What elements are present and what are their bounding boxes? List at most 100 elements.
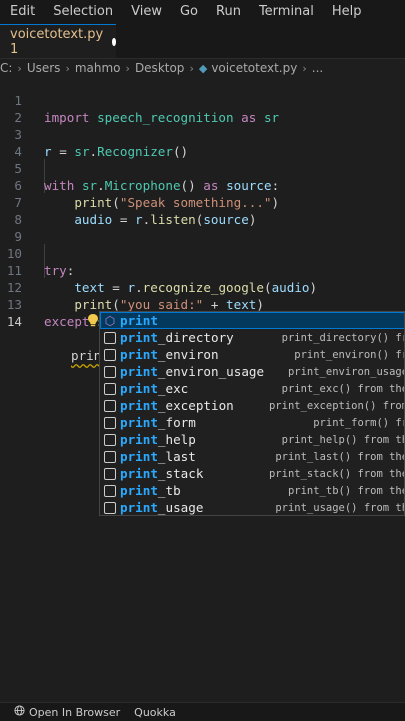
code-line: 7 audio = r.listen(source) — [0, 177, 405, 227]
suggestion-item[interactable]: print_form print_form() from the — [100, 414, 404, 431]
code-line: 6 print("Speak something...") — [0, 160, 405, 210]
suggestion-label: print_form — [120, 415, 196, 430]
text-snippet-icon — [104, 382, 116, 395]
code-line: 4 — [0, 126, 405, 159]
suggestion-rest: _directory — [157, 330, 234, 345]
chevron-right-icon: › — [125, 61, 130, 75]
chevron-right-icon: › — [65, 61, 70, 75]
chevron-right-icon: › — [189, 61, 194, 75]
suggestion-detail: print_exc() from the trace — [281, 382, 404, 395]
breadcrumb-users[interactable]: Users — [27, 61, 61, 75]
suggestion-item[interactable]: print_last print_last() from the trace — [100, 448, 404, 465]
suggestion-label: print_environ — [120, 347, 219, 362]
code-line: 10 try: — [0, 228, 405, 278]
breadcrumb-user[interactable]: mahmo — [75, 61, 121, 75]
breadcrumb-symbol[interactable]: ... — [312, 61, 323, 75]
menu-help[interactable]: Help — [322, 0, 370, 24]
suggestion-detail: print_environ() from the — [294, 348, 404, 361]
suggestion-match: print — [120, 330, 158, 345]
suggestion-match: print — [120, 381, 158, 396]
typed-text: prin — [71, 348, 102, 363]
quokka-button[interactable]: Quokka — [134, 706, 176, 719]
suggestion-rest: _last — [157, 449, 196, 464]
suggestion-detail: print_exception() from the t — [268, 399, 404, 412]
suggestion-item[interactable]: print_environ_usage print_environ_usage()… — [100, 363, 404, 380]
code-line: 11 text = r.recognize_google(audio) — [0, 245, 405, 295]
method-cube-icon: ⬡ — [104, 313, 116, 328]
unsaved-dot-icon[interactable] — [112, 37, 116, 46]
tab-label: voicetotext.py 1 — [10, 26, 104, 57]
text-snippet-icon — [104, 450, 116, 463]
tab-voicetotext[interactable]: voicetotext.py 1 — [0, 24, 116, 58]
menu-view[interactable]: View — [121, 0, 170, 24]
suggestion-label: print_help — [120, 432, 196, 447]
code-line: 2 — [0, 92, 405, 125]
suggestion-label: print_exc — [120, 381, 188, 396]
suggestion-item[interactable]: ⬡ print — [100, 312, 404, 329]
suggestion-widget[interactable]: ⬡ print print_directory print_directory() f… — [99, 311, 405, 516]
suggestion-match: print — [120, 398, 158, 413]
menu-terminal[interactable]: Terminal — [249, 0, 322, 24]
chevron-right-icon: › — [302, 61, 307, 75]
suggestion-rest: _usage — [157, 500, 204, 515]
suggestion-item[interactable]: print_help print_help() from the argp — [100, 431, 404, 448]
suggestion-rest: _stack — [157, 466, 204, 481]
text-snippet-icon — [104, 348, 116, 361]
menu-run[interactable]: Run — [206, 0, 249, 24]
tab-bar: voicetotext.py 1 — [0, 24, 405, 59]
open-in-browser-button[interactable]: Open In Browser — [29, 706, 120, 719]
text-snippet-icon — [104, 484, 116, 497]
suggestion-item[interactable]: print_directory print_directory() from th… — [100, 329, 404, 346]
suggestion-detail: print_form() from the — [313, 416, 404, 429]
suggestion-match: print — [120, 432, 158, 447]
suggestion-item[interactable]: print_exc print_exc() from the trace — [100, 380, 404, 397]
suggestion-match: print — [120, 415, 158, 430]
suggestion-label: print_stack — [120, 466, 203, 481]
breadcrumb-file[interactable]: voicetotext.py — [211, 61, 297, 75]
suggestion-label: print_usage — [120, 500, 203, 515]
suggestion-detail: print_directory() from the — [281, 331, 404, 344]
suggestion-match: print — [120, 364, 158, 379]
suggestion-rest: _help — [157, 432, 196, 447]
suggestion-label: print_tb — [120, 483, 181, 498]
suggestion-rest: _environ — [157, 347, 219, 362]
suggestion-rest: _tb — [157, 483, 181, 498]
suggestion-rest: _exception — [157, 398, 234, 413]
menu-selection[interactable]: Selection — [43, 0, 121, 24]
suggestion-match: print — [120, 449, 158, 464]
suggestion-match: print — [120, 466, 158, 481]
breadcrumb-drive[interactable]: C: — [0, 61, 12, 75]
lightbulb-icon[interactable] — [44, 296, 99, 349]
suggestion-item[interactable]: print_stack print_stack() from the trace — [100, 465, 404, 482]
breadcrumb-desktop[interactable]: Desktop — [135, 61, 185, 75]
suggestion-item[interactable]: print_exception print_exception() from th… — [100, 397, 404, 414]
suggestion-detail: print_help() from the argp — [281, 433, 404, 446]
suggestion-rest: _exc — [157, 381, 189, 396]
suggestion-label: print — [120, 313, 158, 328]
code-line: 8 — [0, 194, 405, 227]
suggestion-detail: print_environ_usage() fro — [287, 365, 404, 378]
suggestion-item[interactable]: print_tb print_tb() from the trace — [100, 482, 404, 499]
suggestion-rest: _environ_usage — [157, 364, 265, 379]
code-line: 3 r = sr.Recognizer() — [0, 109, 405, 159]
menu-edit[interactable]: Edit — [0, 0, 43, 24]
code-line: 9 — [0, 211, 405, 244]
chevron-right-icon: › — [17, 61, 22, 75]
code-line: 12 print("you said:" + text) — [0, 262, 405, 312]
suggestion-match: print — [120, 313, 158, 328]
suggestion-match: print — [120, 500, 158, 515]
code-line: 5 with sr.Microphone() as source: — [0, 143, 405, 193]
code-line: 13 except sr.UnknownValueError: — [0, 279, 405, 329]
suggestion-item[interactable]: print_usage print_usage() from the argp — [100, 499, 404, 515]
suggestion-label: print_directory — [120, 330, 234, 345]
menu-go[interactable]: Go — [170, 0, 206, 24]
suggestion-match: print — [120, 347, 158, 362]
suggestion-label: print_exception — [120, 398, 234, 413]
text-snippet-icon — [104, 501, 116, 514]
suggestion-label: print_last — [120, 449, 196, 464]
suggestion-detail: print_stack() from the trace — [268, 467, 404, 480]
suggestion-item[interactable]: print_environ print_environ() from the — [100, 346, 404, 363]
suggestion-rest: _form — [157, 415, 196, 430]
text-snippet-icon — [104, 433, 116, 446]
text-snippet-icon — [104, 416, 116, 429]
